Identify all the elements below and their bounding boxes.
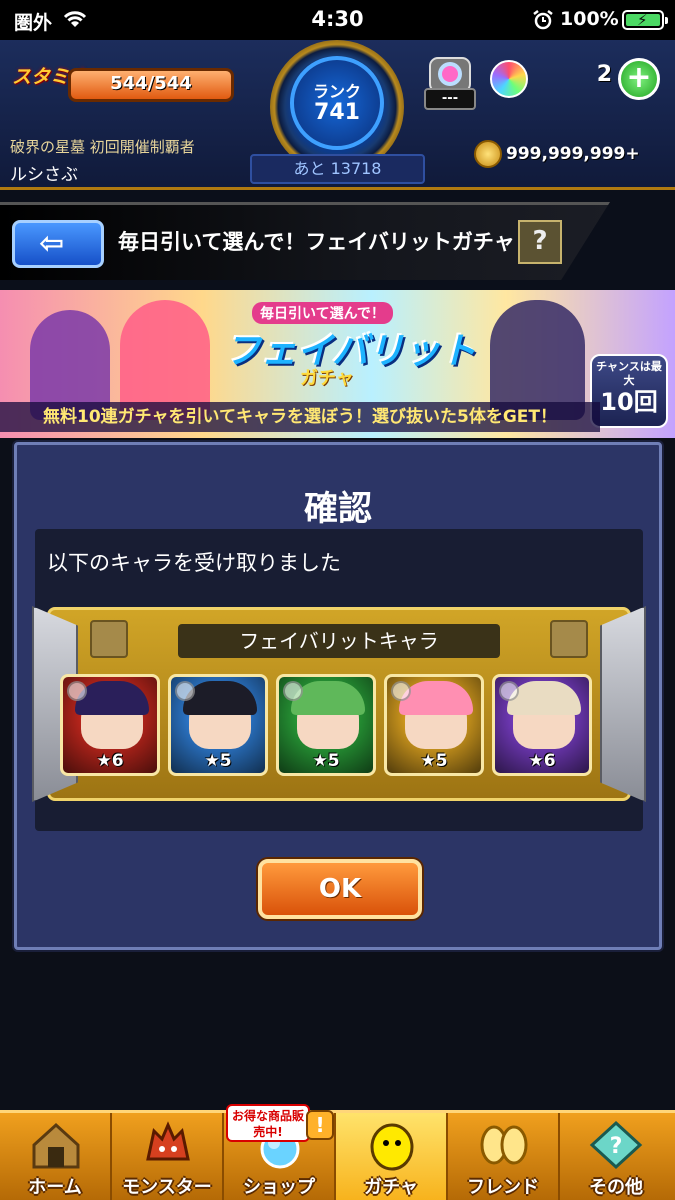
nav-label: フレンド	[467, 1177, 539, 1198]
stamina-value: 544/544	[110, 73, 192, 94]
friend-icon	[480, 1125, 528, 1165]
rank-circle: ランク 741	[290, 56, 384, 150]
nav-monster[interactable]: モンスター	[112, 1113, 224, 1200]
coin-icon	[474, 140, 502, 168]
shop-alert-icon: !	[306, 1110, 334, 1140]
status-bar: 圏外 4:30 100% ⚡	[0, 0, 675, 40]
character-card[interactable]: ★5	[384, 674, 484, 776]
element-icon	[175, 681, 195, 701]
banner-description: 無料10連ガチャを引いてキャラを選ぼう！選び抜いた5体をGET！	[0, 402, 600, 432]
nav-gacha[interactable]: ガチャ	[336, 1113, 448, 1200]
character-card[interactable]: ★5	[276, 674, 376, 776]
battery-icon: ⚡	[622, 10, 668, 30]
gacha-egg-icon	[370, 1123, 414, 1171]
dialog-title: 確認	[304, 489, 372, 529]
battery-percent: 100%	[560, 8, 619, 30]
dialog-body: 以下のキャラを受け取りました フェイバリットキャラ ★6 ★5 ★5 ★5 ★6	[32, 529, 646, 831]
element-icon	[67, 681, 87, 701]
chance-badge: チャンスは最大 10回	[590, 354, 668, 428]
monster-icon	[146, 1121, 190, 1161]
coin-count: 999,999,999+	[506, 144, 640, 164]
nav-label: その他	[589, 1177, 643, 1198]
dialog-message: 以下のキャラを受け取りました	[47, 551, 341, 575]
element-icon	[391, 681, 411, 701]
back-button[interactable]: ⇦	[12, 220, 104, 268]
svg-text:?: ?	[610, 1134, 623, 1159]
rarity-stars: ★6	[528, 751, 556, 771]
confirm-dialog: 確認 以下のキャラを受け取りました フェイバリットキャラ ★6 ★5 ★5 ★5…	[14, 442, 662, 950]
other-question-icon: ?	[589, 1120, 643, 1170]
favorite-character-frame: フェイバリットキャラ ★6 ★5 ★5 ★5 ★6	[32, 606, 646, 802]
back-arrow-icon: ⇦	[39, 226, 65, 261]
frame-slot-right	[550, 620, 588, 658]
shop-sale-badge: お得な商品販売中!	[226, 1104, 310, 1142]
hatch-display: ---	[424, 88, 476, 110]
frame-label: フェイバリットキャラ	[178, 624, 500, 658]
rarity-stars: ★5	[204, 751, 232, 771]
element-icon	[499, 681, 519, 701]
home-icon	[32, 1122, 80, 1169]
nav-label: ガチャ	[364, 1177, 418, 1198]
player-name: ルシさぶ	[10, 165, 78, 185]
nav-other[interactable]: ? その他	[560, 1113, 672, 1200]
player-title: 破界の星墓 初回開催制覇者	[10, 138, 195, 156]
gacha-banner: 毎日引いて選んで！ フェイバリット ガチャ チャンスは最大 10回 無料10連ガ…	[0, 290, 675, 438]
rarity-stars: ★5	[420, 751, 448, 771]
rarity-stars: ★6	[96, 751, 124, 771]
rank-label: ランク	[312, 82, 361, 101]
rank-value: 741	[314, 100, 360, 125]
frame-slot-left	[90, 620, 128, 658]
nav-label: モンスター	[122, 1177, 212, 1198]
bottom-nav: ホーム モンスター ショップ ガチャ フレンド ? その他	[0, 1110, 675, 1200]
nav-friend[interactable]: フレンド	[448, 1113, 560, 1200]
rarity-stars: ★5	[312, 751, 340, 771]
banner-kicker: 毎日引いて選んで！	[252, 302, 393, 324]
ok-button[interactable]: OK	[258, 859, 422, 919]
orb-count: 2	[596, 62, 612, 87]
character-card[interactable]: ★6	[492, 674, 592, 776]
element-icon	[283, 681, 303, 701]
alarm-icon	[533, 10, 553, 30]
character-card[interactable]: ★5	[168, 674, 268, 776]
nav-label: ホーム	[28, 1177, 82, 1198]
orb-icon	[490, 60, 528, 98]
buy-orb-plus-button[interactable]: +	[618, 58, 660, 100]
help-button[interactable]: ?	[518, 220, 562, 264]
chance-badge-top: チャンスは最大	[596, 360, 662, 387]
nav-home[interactable]: ホーム	[0, 1113, 112, 1200]
frame-cap-right	[600, 606, 646, 802]
character-card[interactable]: ★6	[60, 674, 160, 776]
chance-badge-count: 10回	[600, 388, 658, 416]
banner-logo-sub: ガチャ	[300, 368, 354, 389]
page-title: 毎日引いて選んで！フェイバリットガチャ	[118, 230, 515, 254]
player-header: スタミナ 544/544 ランク 741 あと 13718 --- 2 + 破界…	[0, 40, 675, 190]
stamina-bar[interactable]: 544/544	[68, 68, 234, 102]
rank-next-exp: あと 13718	[250, 154, 425, 184]
nav-label: ショップ	[243, 1177, 315, 1198]
